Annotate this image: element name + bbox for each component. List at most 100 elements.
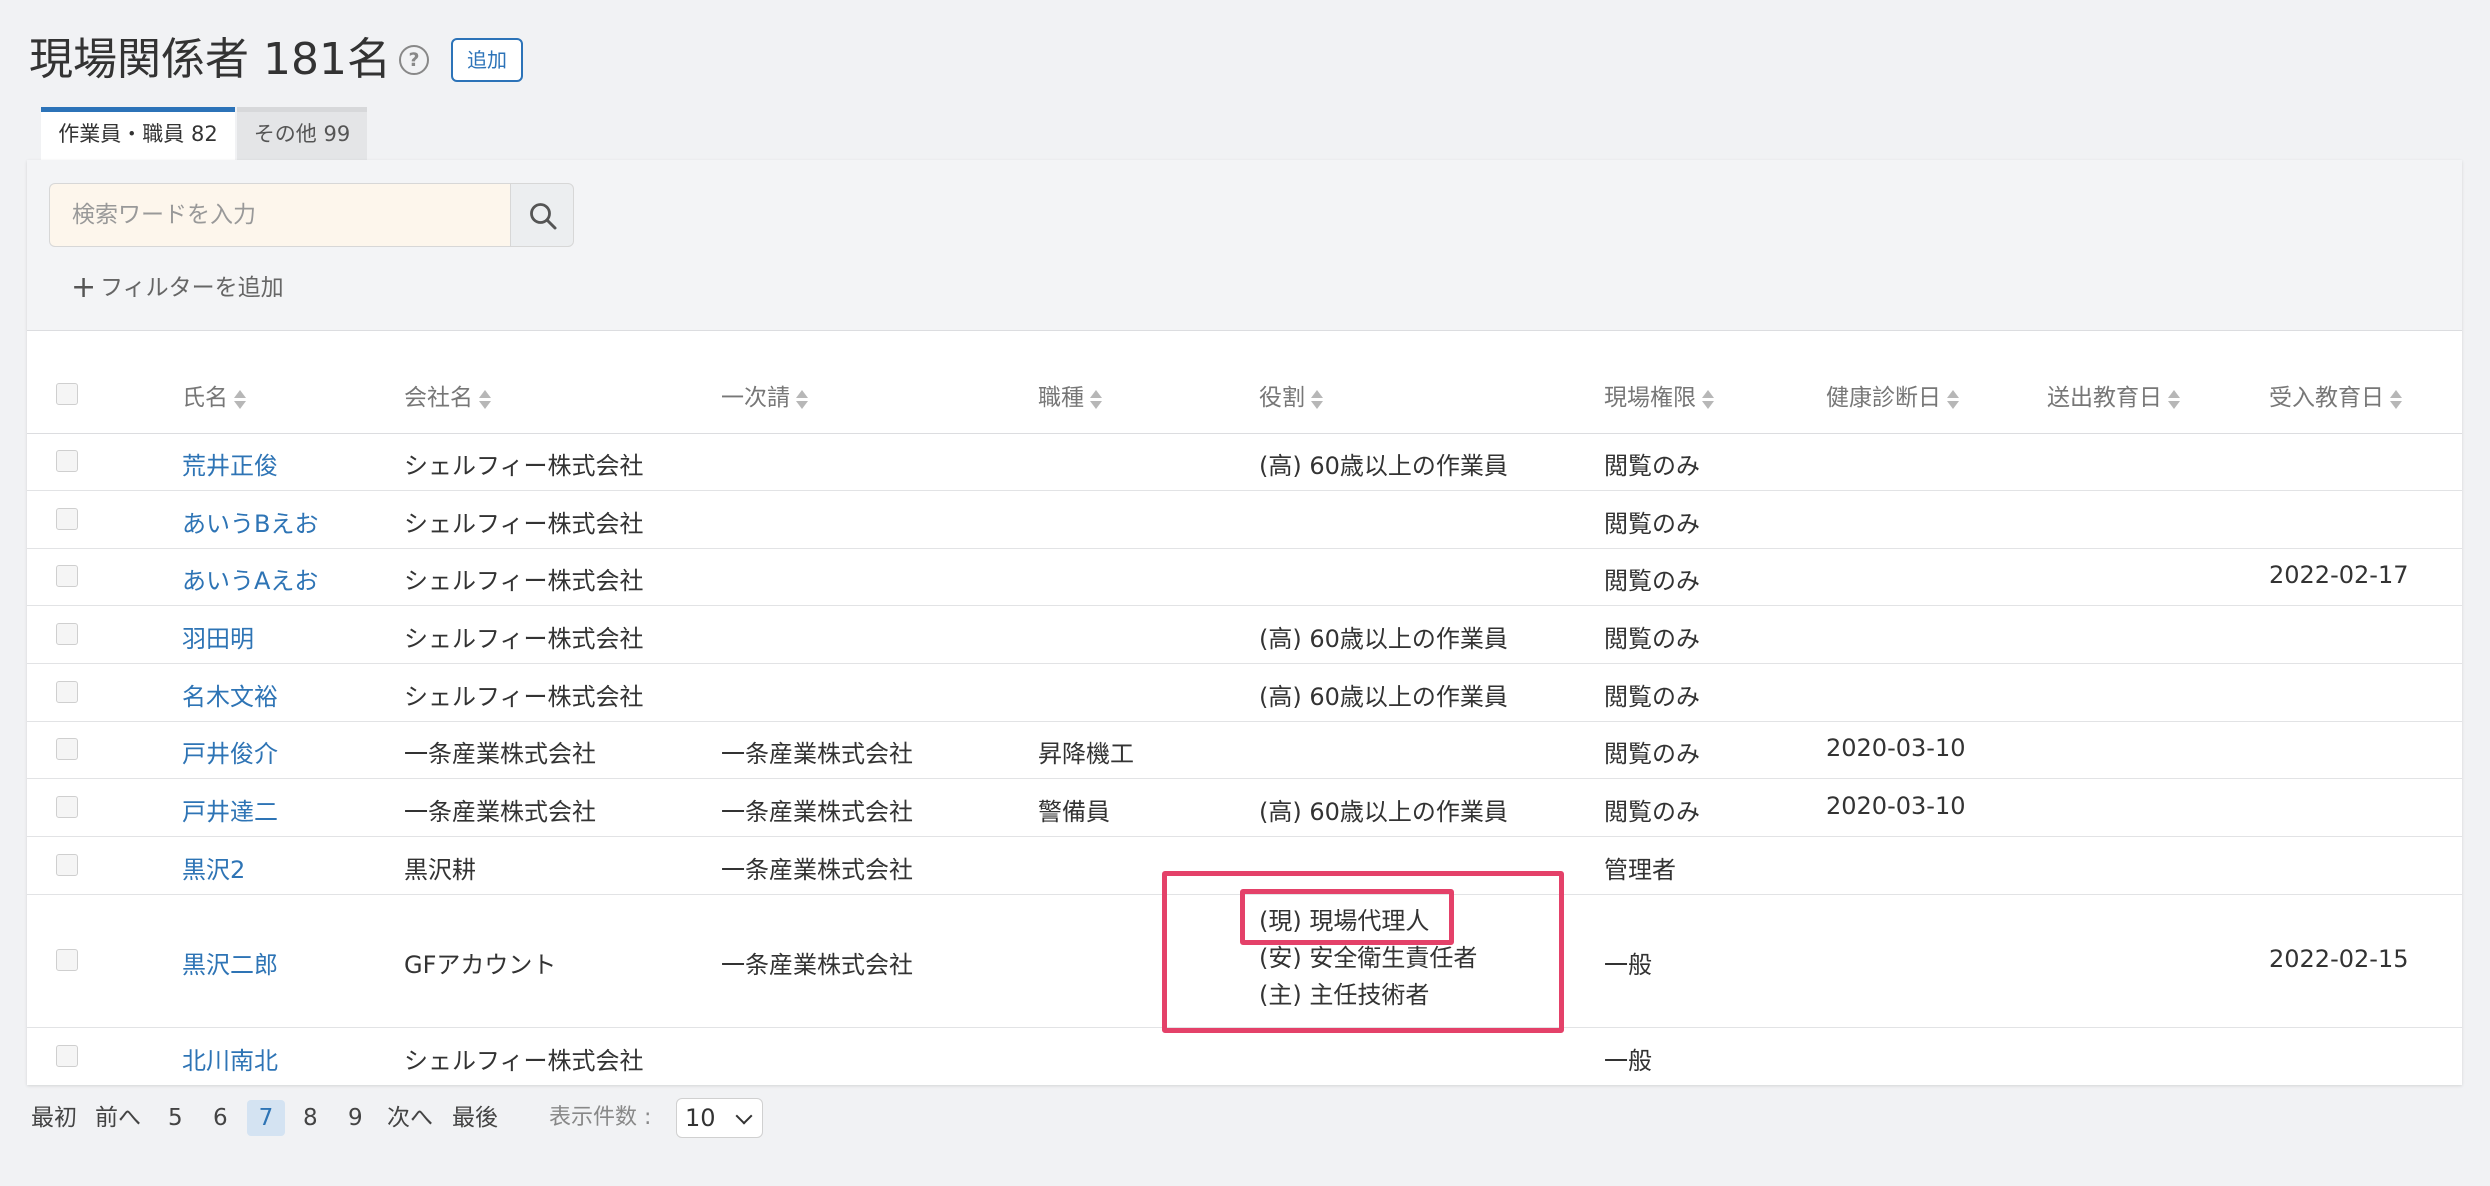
sort-icon xyxy=(479,388,491,410)
col-header-health[interactable]: 健康診断日 xyxy=(1826,378,1959,412)
worker-name-link[interactable]: 黒沢2 xyxy=(182,850,245,885)
page-9[interactable]: 9 xyxy=(348,1100,363,1136)
permission-cell: 閲覧のみ xyxy=(1604,567,1700,595)
add-filter-button[interactable]: + フィルターを追加 xyxy=(71,268,284,305)
per-page-label: 表示件数 : xyxy=(549,1105,652,1130)
tab-workers[interactable]: 作業員・職員 82 xyxy=(41,107,235,161)
company-cell: シェルフィー株式会社 xyxy=(404,625,644,653)
company-cell: GFアカウント xyxy=(404,951,557,979)
row-checkbox[interactable] xyxy=(56,681,78,703)
worker-name-link[interactable]: 戸井達二 xyxy=(182,792,278,827)
health-check-date-cell: 2020-03-10 xyxy=(1826,734,1966,762)
worker-name-link[interactable]: 荒井正俊 xyxy=(182,446,278,481)
permission-cell: 閲覧のみ xyxy=(1604,452,1700,480)
health-check-date-cell: 2020-03-10 xyxy=(1826,792,1966,820)
table-row[interactable]: 戸井達二 一条産業株式会社 一条産業株式会社 警備員 (高) 60歳以上の作業員… xyxy=(27,779,2462,837)
row-checkbox[interactable] xyxy=(56,508,78,530)
page-7-current[interactable]: 7 xyxy=(247,1100,285,1136)
per-page-value: 10 xyxy=(685,1104,716,1132)
sort-icon xyxy=(2168,388,2180,410)
table-row[interactable]: 羽田明 シェルフィー株式会社 (高) 60歳以上の作業員 閲覧のみ xyxy=(27,606,2462,664)
permission-cell: 管理者 xyxy=(1604,856,1676,884)
page-next[interactable]: 次へ xyxy=(387,1100,433,1136)
select-all-checkbox[interactable] xyxy=(56,383,78,405)
row-checkbox[interactable] xyxy=(56,623,78,645)
company-cell: シェルフィー株式会社 xyxy=(404,567,644,595)
row-checkbox[interactable] xyxy=(56,1045,78,1067)
sort-icon xyxy=(1311,388,1323,410)
sort-icon xyxy=(234,388,246,410)
table-row[interactable]: あいうAえお シェルフィー株式会社 閲覧のみ 2022-02-17 xyxy=(27,548,2462,606)
company-cell: シェルフィー株式会社 xyxy=(404,1047,644,1075)
worker-name-link[interactable]: 北川南北 xyxy=(182,1041,278,1076)
highlight-box-site-agent xyxy=(1240,889,1454,945)
sort-icon xyxy=(796,388,808,410)
add-filter-label: フィルターを追加 xyxy=(100,275,284,301)
primary-contractor-cell: 一条産業株式会社 xyxy=(721,856,913,884)
company-cell: シェルフィー株式会社 xyxy=(404,510,644,538)
permission-cell: 閲覧のみ xyxy=(1604,625,1700,653)
primary-contractor-cell: 一条産業株式会社 xyxy=(721,951,913,979)
worker-name-link[interactable]: あいうBえお xyxy=(182,504,318,539)
job-type-cell: 昇降機工 xyxy=(1038,740,1134,768)
permission-cell: 閲覧のみ xyxy=(1604,740,1700,768)
filter-area: +フィルターを追加 xyxy=(27,160,2462,331)
table-row[interactable]: 荒井正俊 シェルフィー株式会社 (高) 60歳以上の作業員 閲覧のみ xyxy=(27,433,2462,491)
permission-cell: 閲覧のみ xyxy=(1604,798,1700,826)
sort-icon xyxy=(1947,388,1959,410)
worker-name-link[interactable]: あいうAえお xyxy=(182,561,318,596)
worker-name-link[interactable]: 黒沢二郎 xyxy=(182,945,278,980)
company-cell: シェルフィー株式会社 xyxy=(404,452,644,480)
primary-contractor-cell: 一条産業株式会社 xyxy=(721,740,913,768)
role-cell: (高) 60歳以上の作業員 xyxy=(1259,625,1508,653)
worker-name-link[interactable]: 羽田明 xyxy=(182,619,254,654)
page-6[interactable]: 6 xyxy=(213,1100,228,1136)
row-checkbox[interactable] xyxy=(56,738,78,760)
search-icon xyxy=(530,203,557,230)
col-header-company[interactable]: 会社名 xyxy=(404,378,491,412)
per-page-select[interactable]: 10 xyxy=(676,1098,763,1138)
job-type-cell: 警備員 xyxy=(1038,798,1110,826)
page-8[interactable]: 8 xyxy=(303,1100,318,1136)
add-button[interactable]: 追加 xyxy=(451,38,523,82)
chevron-down-icon xyxy=(735,1107,753,1125)
table-row[interactable]: 北川南北 シェルフィー株式会社 一般 xyxy=(27,1028,2462,1085)
col-header-primary[interactable]: 一次請 xyxy=(721,378,808,412)
company-cell: 黒沢耕 xyxy=(404,856,476,884)
row-checkbox[interactable] xyxy=(56,854,78,876)
col-header-name[interactable]: 氏名 xyxy=(182,378,246,412)
row-checkbox[interactable] xyxy=(56,565,78,587)
page-5[interactable]: 5 xyxy=(168,1100,183,1136)
search-button[interactable] xyxy=(510,183,574,247)
company-cell: シェルフィー株式会社 xyxy=(404,683,644,711)
company-cell: 一条産業株式会社 xyxy=(404,798,596,826)
page-first[interactable]: 最初 xyxy=(31,1100,77,1136)
permission-cell: 閲覧のみ xyxy=(1604,510,1700,538)
col-header-role[interactable]: 役割 xyxy=(1259,378,1323,412)
table-row[interactable]: 戸井俊介 一条産業株式会社 一条産業株式会社 昇降機工 閲覧のみ 2020-03… xyxy=(27,721,2462,779)
tab-others[interactable]: その他 99 xyxy=(237,107,367,161)
page-prev[interactable]: 前へ xyxy=(95,1100,141,1136)
worker-name-link[interactable]: 名木文裕 xyxy=(182,677,278,712)
role-cell: (高) 60歳以上の作業員 xyxy=(1259,798,1508,826)
page-title-text: 現場関係者 181名 xyxy=(29,34,391,85)
permission-cell: 閲覧のみ xyxy=(1604,683,1700,711)
row-checkbox[interactable] xyxy=(56,450,78,472)
search-input[interactable] xyxy=(49,183,510,247)
question-circle-icon[interactable]: ? xyxy=(398,45,429,75)
col-header-recv-edu[interactable]: 受入教育日 xyxy=(2269,378,2402,412)
col-header-send-edu[interactable]: 送出教育日 xyxy=(2047,378,2180,412)
col-header-job[interactable]: 職種 xyxy=(1038,378,1102,412)
recv-edu-date-cell: 2022-02-17 xyxy=(2269,561,2409,589)
permission-cell: 一般 xyxy=(1604,951,1652,979)
col-header-permission[interactable]: 現場権限 xyxy=(1604,378,1714,412)
row-checkbox[interactable] xyxy=(56,796,78,818)
row-checkbox[interactable] xyxy=(56,949,78,971)
table-row[interactable]: 名木文裕 シェルフィー株式会社 (高) 60歳以上の作業員 閲覧のみ xyxy=(27,664,2462,722)
primary-contractor-cell: 一条産業株式会社 xyxy=(721,798,913,826)
worker-name-link[interactable]: 戸井俊介 xyxy=(182,734,278,769)
sort-icon xyxy=(1702,388,1714,410)
role-cell: (高) 60歳以上の作業員 xyxy=(1259,452,1508,480)
page-last[interactable]: 最後 xyxy=(452,1100,498,1136)
table-row[interactable]: あいうBえお シェルフィー株式会社 閲覧のみ xyxy=(27,491,2462,549)
